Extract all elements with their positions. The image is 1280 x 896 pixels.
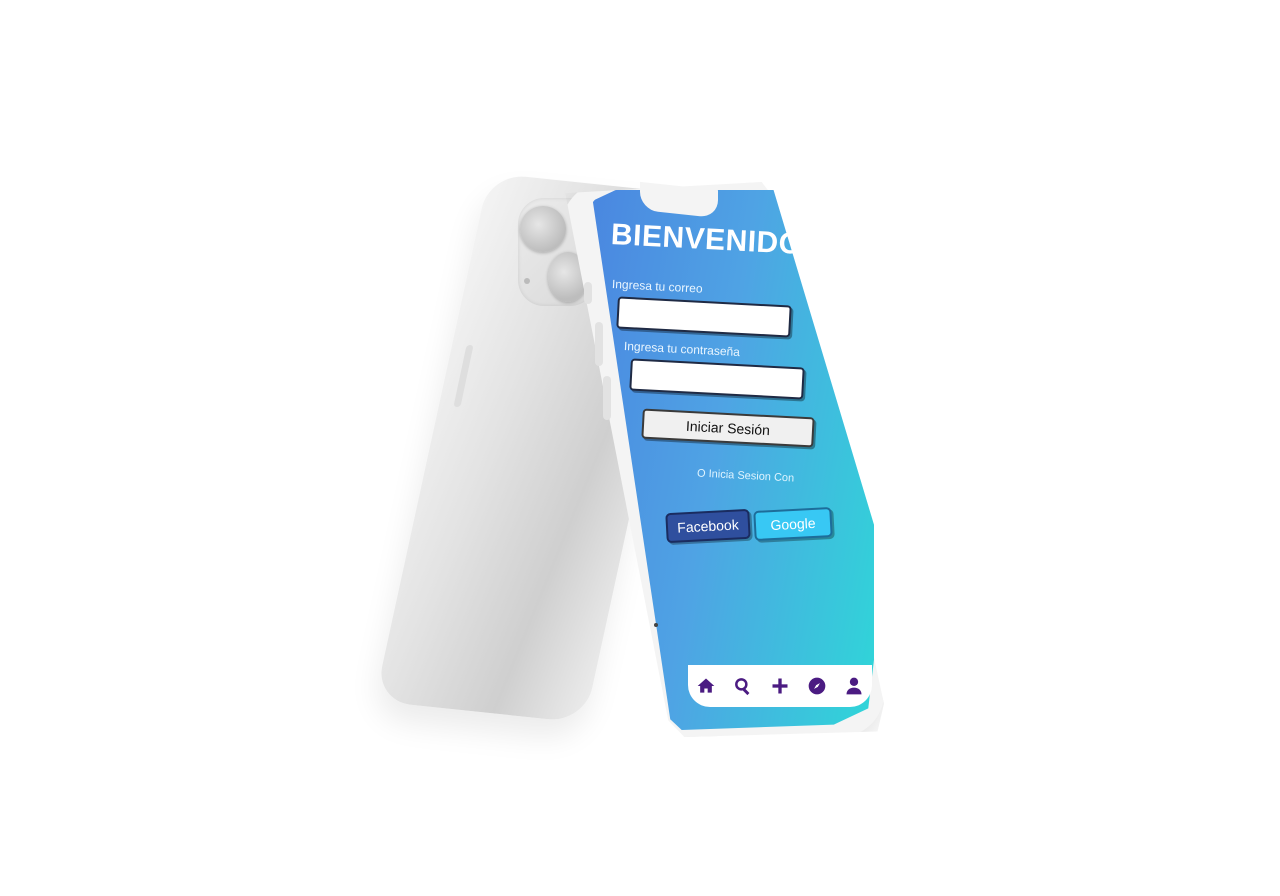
search-icon[interactable]	[732, 675, 754, 697]
volume-up-button	[595, 322, 603, 366]
home-icon[interactable]	[695, 675, 717, 697]
user-icon[interactable]	[843, 675, 865, 697]
google-login-button[interactable]: Google	[753, 506, 833, 542]
flash-icon	[524, 278, 530, 284]
password-input[interactable]	[631, 360, 803, 398]
sensor-dot	[654, 623, 658, 627]
facebook-login-button[interactable]: Facebook	[665, 508, 751, 544]
email-input[interactable]	[618, 298, 790, 336]
compass-icon[interactable]	[806, 675, 828, 697]
camera-lens-icon	[520, 206, 566, 252]
bottom-nav	[688, 665, 872, 707]
volume-down-button	[603, 376, 611, 420]
plus-icon[interactable]	[769, 675, 791, 697]
mute-switch	[584, 282, 592, 304]
